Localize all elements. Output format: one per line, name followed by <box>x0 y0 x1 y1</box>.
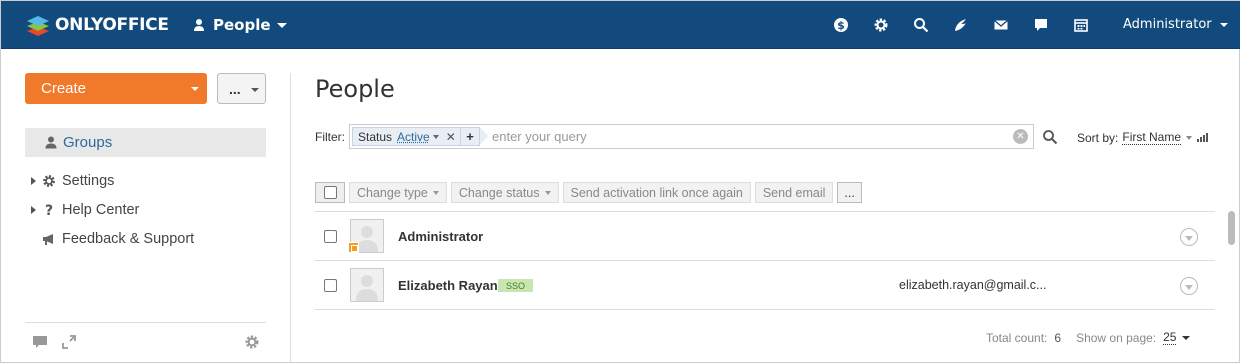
add-filter-arrow <box>480 127 488 145</box>
filter-box[interactable]: Status Active ✕ + ✕ <box>349 124 1034 149</box>
expand-arrow-icon[interactable] <box>31 206 36 214</box>
settings-icon[interactable] <box>861 15 901 35</box>
user-menu[interactable]: Administrator <box>1123 17 1228 32</box>
svg-text:?: ? <box>45 203 53 217</box>
user-email[interactable]: elizabeth.rayan@gmail.c... <box>899 278 1046 292</box>
logo-icon <box>25 12 51 38</box>
sidebar-item-feedback[interactable]: Feedback & Support <box>42 228 194 250</box>
row-menu-button[interactable] <box>1180 277 1198 295</box>
page-size-label: Show on page: <box>1076 331 1156 345</box>
sidebar-item-label: Feedback & Support <box>62 231 194 247</box>
sort-by: Sort by: First Name <box>1077 130 1208 145</box>
feed-icon[interactable] <box>941 15 981 35</box>
sidebar-item-label: Help Center <box>62 202 139 218</box>
logo[interactable]: ONLYOFFICE <box>25 12 169 38</box>
action-label: Change type <box>357 186 428 200</box>
sidebar-item-label: Settings <box>62 173 114 189</box>
search-icon[interactable] <box>901 15 941 35</box>
row-menu-button[interactable] <box>1180 228 1198 246</box>
scrollbar[interactable] <box>1228 211 1235 245</box>
expand-icon[interactable] <box>61 334 77 350</box>
create-button-label: Create <box>41 80 86 97</box>
chevron-down-icon[interactable] <box>1182 336 1190 340</box>
sso-badge: SSO <box>498 279 533 292</box>
svg-text:$: $ <box>837 19 845 32</box>
search-input[interactable] <box>492 128 1002 145</box>
table-row[interactable]: Administrator <box>315 212 1215 260</box>
chevron-down-icon <box>277 23 287 28</box>
clear-filter-icon[interactable]: ✕ <box>1013 129 1028 144</box>
row-checkbox[interactable] <box>324 230 337 243</box>
select-all-checkbox[interactable] <box>315 182 345 203</box>
row-divider <box>315 309 1215 310</box>
sort-select[interactable]: First Name <box>1122 130 1181 145</box>
filter-chip-status[interactable]: Status Active ✕ <box>352 127 463 146</box>
user-name-link[interactable]: Administrator <box>398 229 483 244</box>
talk-icon[interactable] <box>1021 15 1061 35</box>
pagination-footer: Total count: 6 Show on page: 25 <box>986 330 1190 345</box>
sidebar-item-settings[interactable]: Settings <box>31 170 114 192</box>
module-switcher[interactable]: People <box>193 15 287 35</box>
gear-icon[interactable] <box>244 334 260 350</box>
chevron-down-icon <box>545 191 551 195</box>
top-bar: ONLYOFFICE People $ Administrator <box>1 1 1240 49</box>
payments-icon[interactable]: $ <box>821 15 861 35</box>
chat-icon[interactable] <box>32 334 48 350</box>
sidebar-item-label: Groups <box>63 134 112 151</box>
user-name: Administrator <box>1123 17 1212 32</box>
checkbox[interactable] <box>324 186 337 199</box>
change-status-button[interactable]: Change status <box>451 182 559 203</box>
close-icon[interactable]: ✕ <box>446 130 456 144</box>
action-label: Change status <box>459 186 540 200</box>
total-count-label: Total count: <box>986 331 1047 345</box>
chevron-down-icon <box>1220 23 1228 27</box>
create-button[interactable]: Create <box>25 73 207 104</box>
more-actions-button[interactable]: ... <box>217 73 266 104</box>
chevron-down-icon <box>191 87 199 91</box>
expand-arrow-icon[interactable] <box>31 177 36 185</box>
add-filter-button[interactable]: + <box>460 127 480 146</box>
page-title: People <box>315 75 395 103</box>
question-icon: ? <box>42 203 56 217</box>
search-icon[interactable] <box>1042 129 1058 145</box>
filter-chip-value[interactable]: Active <box>397 130 430 144</box>
avatar[interactable] <box>350 268 384 302</box>
row-checkbox[interactable] <box>324 279 337 292</box>
send-email-button[interactable]: Send email <box>755 182 834 203</box>
calendar-icon[interactable] <box>1061 15 1101 35</box>
more-actions-button[interactable]: ... <box>837 182 861 203</box>
person-icon <box>193 18 205 32</box>
more-actions-label: ... <box>229 81 241 97</box>
admin-badge-icon <box>348 242 359 253</box>
change-type-button[interactable]: Change type <box>349 182 447 203</box>
chevron-down-icon <box>251 88 259 92</box>
filter-chip-name: Status <box>358 130 392 144</box>
filter-label: Filter: <box>315 130 345 144</box>
action-label: Send activation link once again <box>571 186 743 200</box>
action-label: Send email <box>763 186 826 200</box>
mail-icon[interactable] <box>981 15 1021 35</box>
megaphone-icon <box>42 232 56 246</box>
chevron-down-icon <box>433 191 439 195</box>
total-count-value: 6 <box>1054 331 1061 345</box>
module-name: People <box>213 16 271 34</box>
group-actions-bar: Change type Change status Send activatio… <box>315 182 866 203</box>
page-size-select[interactable]: 25 <box>1163 330 1176 345</box>
sidebar-item-help-center[interactable]: ? Help Center <box>31 199 139 221</box>
sidebar-item-groups[interactable]: Groups <box>25 128 266 157</box>
user-name-link[interactable]: Elizabeth Rayan <box>398 278 498 293</box>
gear-icon <box>42 174 56 188</box>
action-label: ... <box>844 186 854 200</box>
person-icon <box>45 136 57 149</box>
send-activation-button[interactable]: Send activation link once again <box>563 182 751 203</box>
sort-label: Sort by: <box>1077 131 1118 145</box>
chevron-down-icon <box>433 135 439 139</box>
sidebar-footer-divider <box>25 322 266 323</box>
table-row[interactable]: Elizabeth Rayan SSO elizabeth.rayan@gmai… <box>315 261 1215 309</box>
logo-text: ONLYOFFICE <box>55 15 169 35</box>
sidebar-divider <box>290 73 291 363</box>
sort-order-icon[interactable] <box>1197 133 1208 142</box>
chevron-down-icon <box>1186 136 1192 140</box>
